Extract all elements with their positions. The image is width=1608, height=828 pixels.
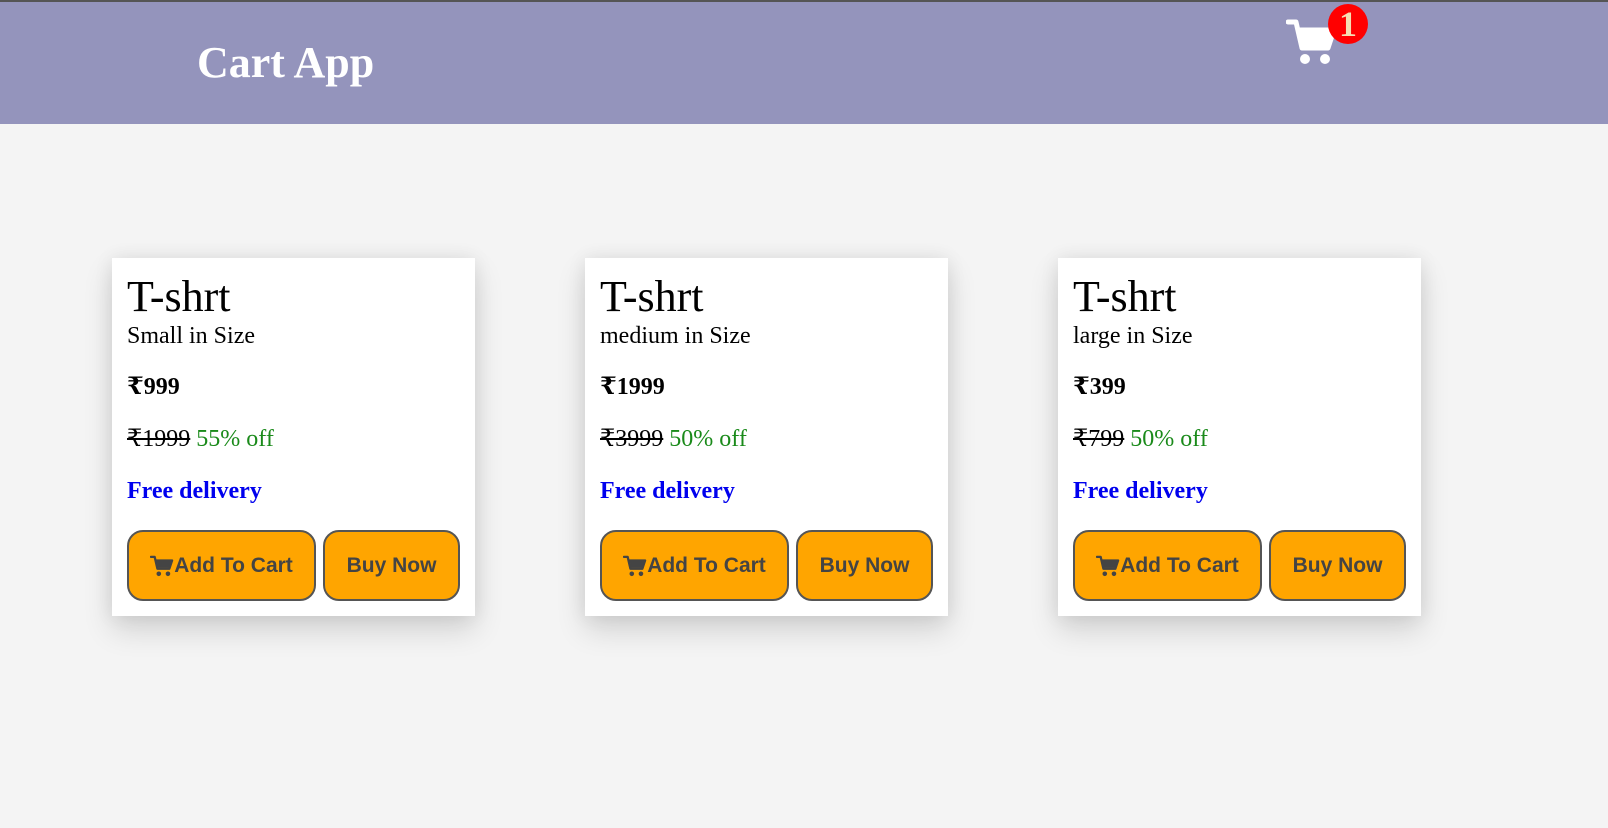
product-size: Small in Size xyxy=(127,323,255,349)
add-to-cart-button[interactable]: Add To Cart xyxy=(1073,530,1262,601)
product-size: large in Size xyxy=(1073,323,1193,349)
buy-now-button[interactable]: Buy Now xyxy=(1269,530,1406,601)
buy-now-label: Buy Now xyxy=(819,553,910,577)
product-card: T-shrt medium in Size ₹1999 ₹3999 50% of… xyxy=(585,258,948,616)
product-name: T-shrt xyxy=(1073,272,1177,321)
price-comparison: ₹799 50% off xyxy=(1073,425,1208,453)
discount-label: 50% off xyxy=(1130,426,1208,452)
cart-count-badge: 1 xyxy=(1328,4,1368,44)
original-price: ₹1999 xyxy=(127,426,191,452)
buy-now-label: Buy Now xyxy=(346,553,437,577)
shopping-cart-icon xyxy=(150,555,174,576)
shopping-cart-icon xyxy=(623,555,647,576)
product-price: ₹1999 xyxy=(600,374,665,400)
app-title: Cart App xyxy=(197,38,375,87)
add-to-cart-label: Add To Cart xyxy=(647,553,766,577)
add-to-cart-label: Add To Cart xyxy=(1120,553,1239,577)
product-card: T-shrt Small in Size ₹999 ₹1999 55% off … xyxy=(112,258,475,616)
delivery-label: Free delivery xyxy=(600,478,735,504)
add-to-cart-label: Add To Cart xyxy=(174,553,293,577)
buy-now-button[interactable]: Buy Now xyxy=(796,530,933,601)
price-comparison: ₹3999 50% off xyxy=(600,425,747,453)
product-name: T-shrt xyxy=(600,272,704,321)
add-to-cart-button[interactable]: Add To Cart xyxy=(127,530,316,601)
buy-now-label: Buy Now xyxy=(1292,553,1383,577)
original-price: ₹799 xyxy=(1073,426,1125,452)
original-price: ₹3999 xyxy=(600,426,664,452)
add-to-cart-button[interactable]: Add To Cart xyxy=(600,530,789,601)
product-card: T-shrt large in Size ₹399 ₹799 50% off F… xyxy=(1058,258,1421,616)
shopping-cart-icon xyxy=(1096,555,1120,576)
product-price: ₹399 xyxy=(1073,374,1126,400)
delivery-label: Free delivery xyxy=(127,478,262,504)
product-size: medium in Size xyxy=(600,323,751,349)
price-comparison: ₹1999 55% off xyxy=(127,425,274,453)
buy-now-button[interactable]: Buy Now xyxy=(323,530,460,601)
product-name: T-shrt xyxy=(127,272,231,321)
discount-label: 55% off xyxy=(196,426,274,452)
discount-label: 50% off xyxy=(669,426,747,452)
cart-button[interactable]: 1 xyxy=(1286,4,1376,76)
app-header: Cart App 1 xyxy=(0,0,1608,124)
product-price: ₹999 xyxy=(127,374,180,400)
delivery-label: Free delivery xyxy=(1073,478,1208,504)
